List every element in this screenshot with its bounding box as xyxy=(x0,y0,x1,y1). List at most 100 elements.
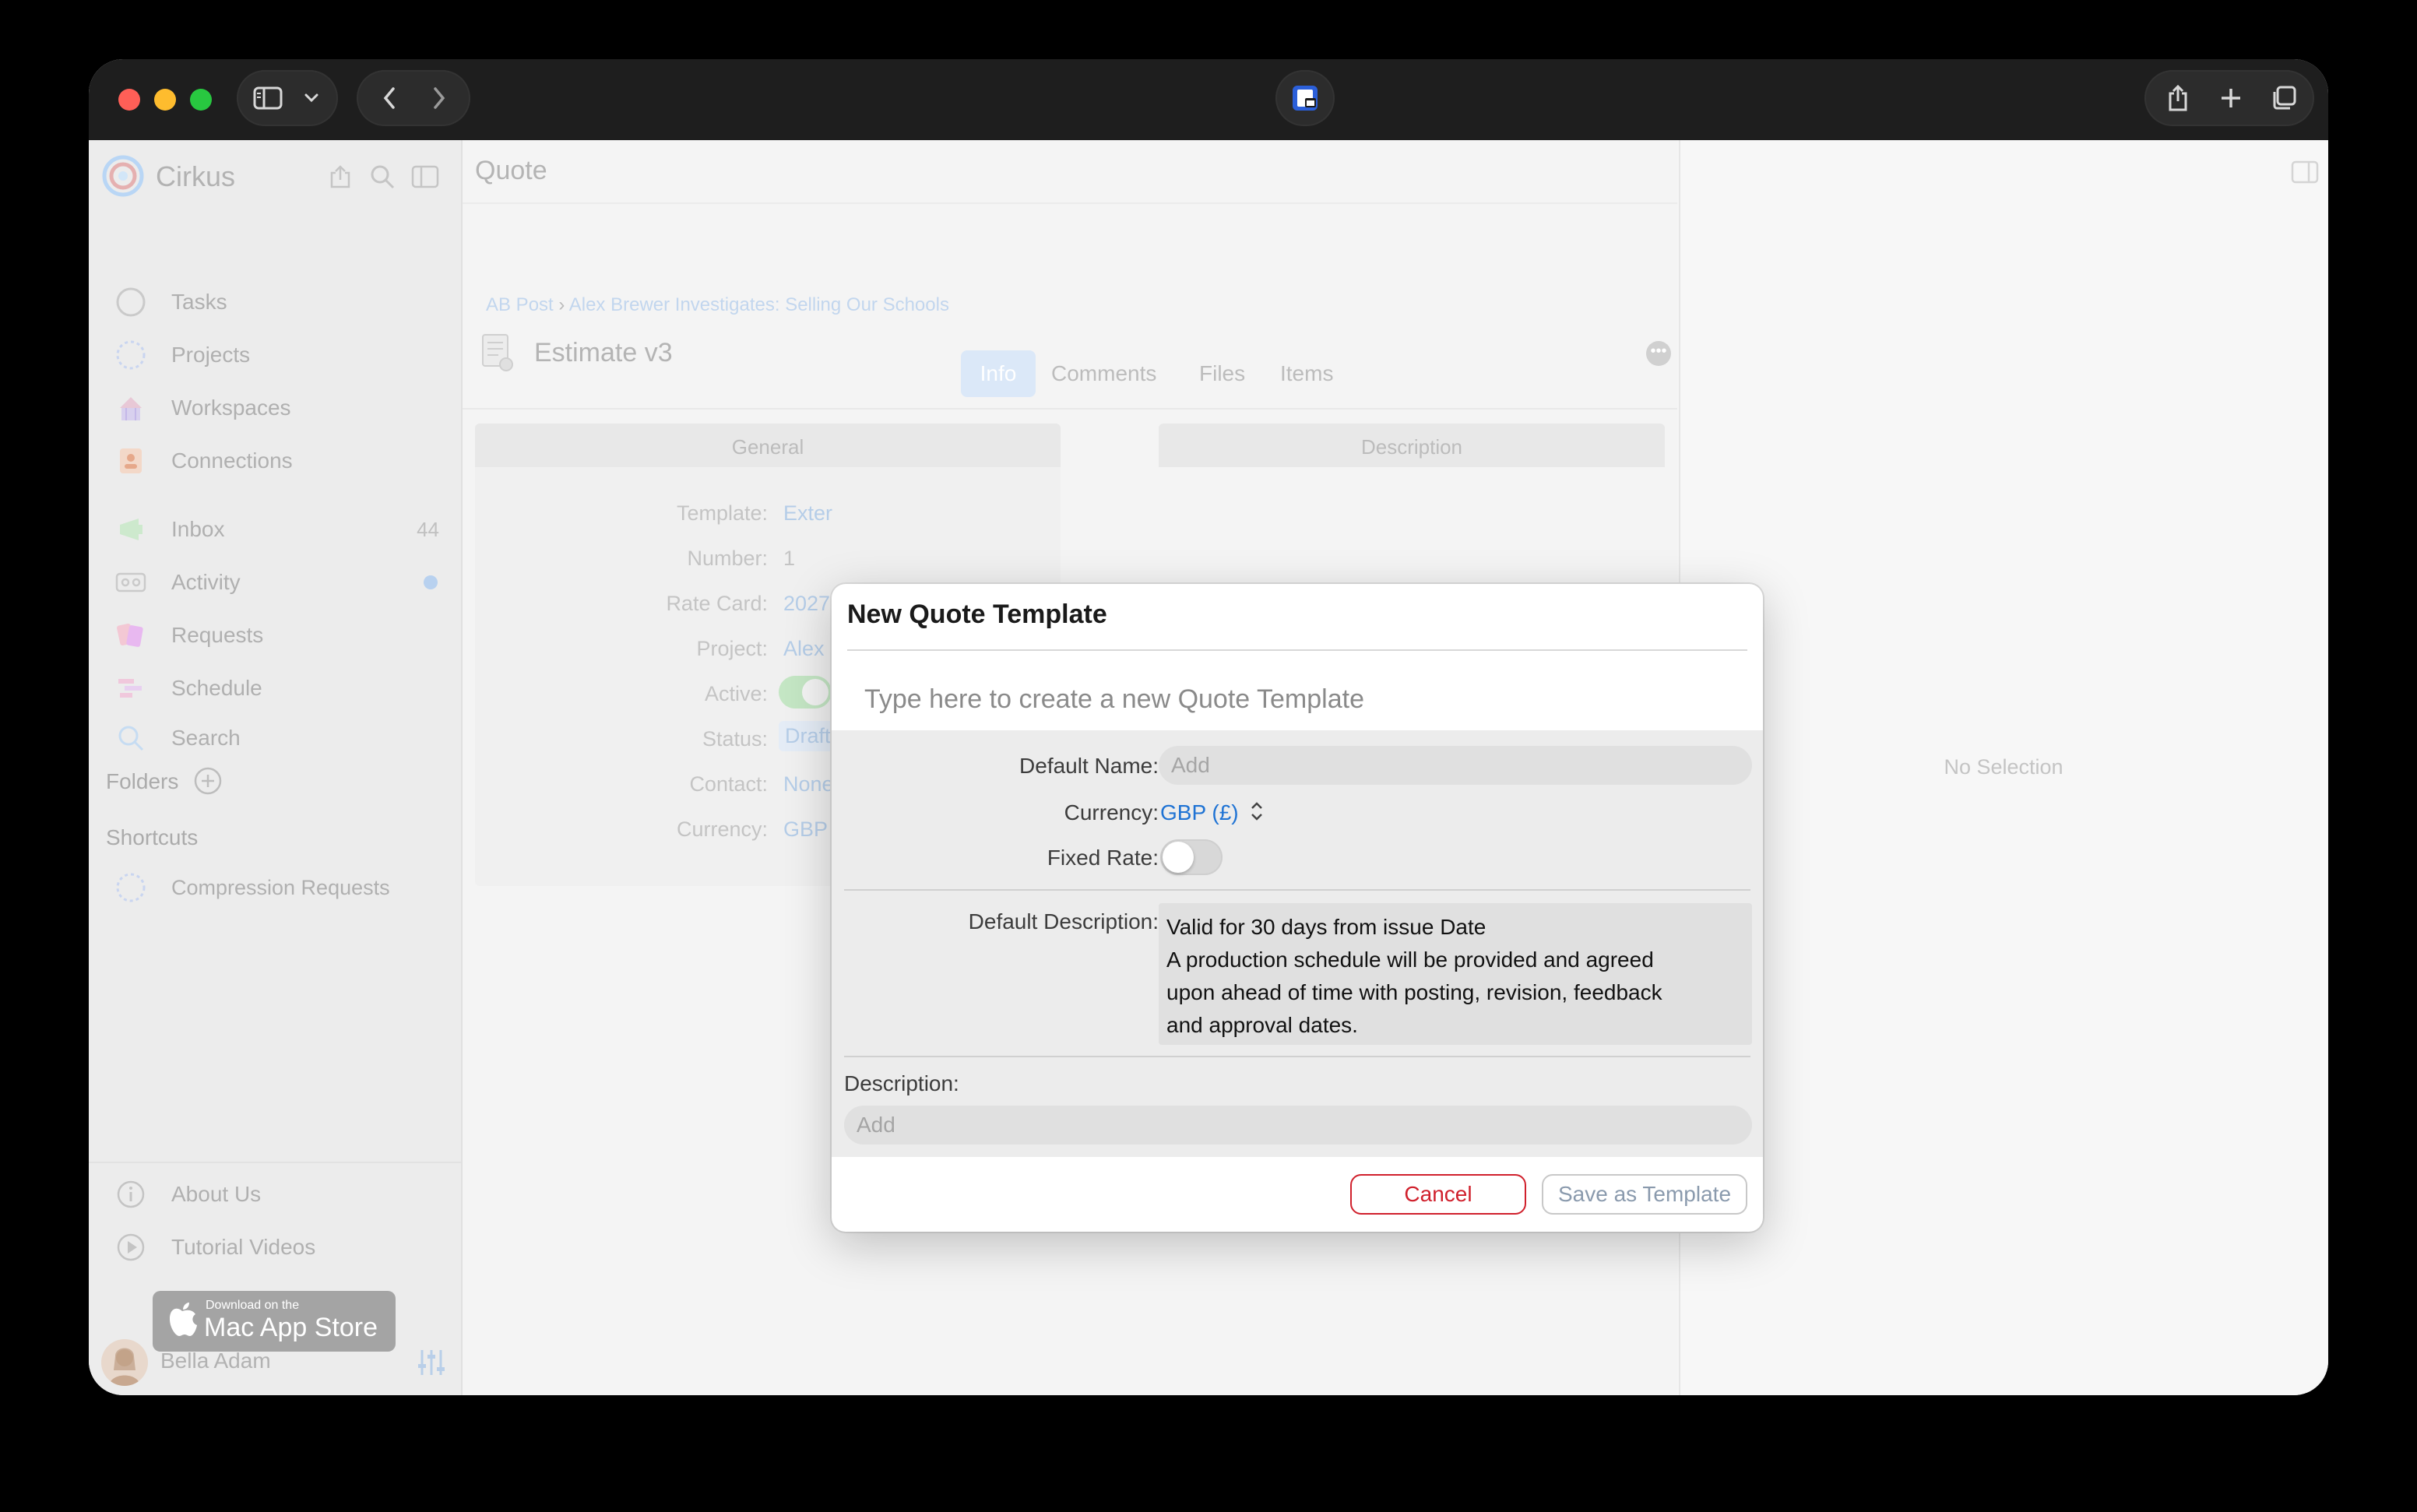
dialog-title: New Quote Template xyxy=(847,600,1107,629)
sidebar-item-schedule[interactable]: Schedule xyxy=(101,665,449,712)
sidebar-item-label: Tasks xyxy=(171,290,227,314)
info-icon xyxy=(114,1177,148,1211)
more-options-icon[interactable]: ••• xyxy=(1646,341,1671,366)
field-label: Status: xyxy=(702,727,768,751)
apple-logo-icon xyxy=(167,1300,198,1343)
shortcuts-header: Shortcuts xyxy=(106,825,199,849)
export-icon[interactable] xyxy=(327,164,354,194)
chevron-up-down-icon xyxy=(1250,800,1264,826)
default-description-label: Default Description: xyxy=(968,909,1159,934)
cancel-button[interactable]: Cancel xyxy=(1350,1174,1526,1215)
mac-app-store-badge[interactable]: Download on the Mac App Store xyxy=(153,1291,396,1352)
default-description-textarea[interactable]: Valid for 30 days from issue Date A prod… xyxy=(1159,903,1752,1045)
sidebar-item-projects[interactable]: Projects xyxy=(101,332,449,378)
play-icon xyxy=(114,1230,148,1264)
minimize-window-button[interactable] xyxy=(154,89,176,111)
template-value[interactable]: Exter xyxy=(783,501,832,526)
share-icon[interactable] xyxy=(2154,70,2202,126)
sidebar-item-label: Inbox xyxy=(171,517,225,541)
inbox-icon xyxy=(114,512,148,547)
header-title: Quote xyxy=(475,156,547,185)
shortcut-item[interactable]: Compression Requests xyxy=(101,864,449,911)
search-icon[interactable] xyxy=(369,164,396,194)
contact-value[interactable]: None xyxy=(783,772,834,796)
sidebar-item-label: Search xyxy=(171,726,241,750)
toolbar-actions-group xyxy=(2144,70,2314,126)
document-icon xyxy=(480,333,514,376)
back-icon[interactable] xyxy=(369,70,410,126)
template-name-input[interactable] xyxy=(847,668,1747,730)
description-input[interactable] xyxy=(844,1106,1752,1145)
currency-label: Currency: xyxy=(1064,800,1159,825)
dialog-form: Default Name: Currency: GBP (£) Fixed Ra… xyxy=(832,730,1763,1157)
inspector-toggle-icon[interactable] xyxy=(2291,160,2319,188)
sidebar-item-label: Activity xyxy=(171,570,241,594)
sidebar-item-requests[interactable]: Requests xyxy=(101,612,449,659)
dotted-circle-icon xyxy=(114,870,148,905)
project-value[interactable]: Alex I xyxy=(783,637,836,661)
tab-overview-icon[interactable] xyxy=(2260,70,2308,126)
breadcrumb: AB Post › Alex Brewer Investigates: Sell… xyxy=(486,294,949,315)
privacy-extension-icon[interactable] xyxy=(1275,70,1335,126)
sidebar-item-connections[interactable]: Connections xyxy=(101,438,449,484)
field-label: Contact: xyxy=(689,772,768,796)
tab-comments[interactable]: Comments xyxy=(1051,350,1156,397)
number-value: 1 xyxy=(783,547,796,570)
user-name: Bella Adam xyxy=(160,1348,271,1373)
sidebar-item-label: Requests xyxy=(171,623,264,647)
default-name-label: Default Name: xyxy=(1019,754,1159,778)
tab-items[interactable]: Items xyxy=(1280,350,1333,397)
inspector-panel: No Selection xyxy=(1679,140,2328,1395)
active-toggle[interactable] xyxy=(779,676,832,709)
fixed-rate-toggle[interactable] xyxy=(1160,839,1223,875)
fixed-rate-label: Fixed Rate: xyxy=(1047,846,1159,870)
folders-header: Folders xyxy=(106,769,179,793)
save-as-template-button[interactable]: Save as Template xyxy=(1542,1174,1747,1215)
tab-files[interactable]: Files xyxy=(1199,350,1245,397)
status-badge[interactable]: Draft xyxy=(779,721,837,751)
tab-info[interactable]: Info xyxy=(961,350,1036,397)
add-folder-icon[interactable] xyxy=(193,766,223,800)
default-name-input[interactable] xyxy=(1159,746,1752,785)
sidebar-item-about-us[interactable]: About Us xyxy=(101,1171,449,1218)
currency-select[interactable]: GBP (£) xyxy=(1160,797,1264,828)
no-selection-text: No Selection xyxy=(1944,755,2063,779)
sidebar-item-search[interactable]: Search xyxy=(101,715,449,761)
sidebar-item-tasks[interactable]: Tasks xyxy=(101,279,449,325)
sidebar-divider xyxy=(89,1162,461,1163)
inbox-count-badge: 44 xyxy=(417,517,439,541)
app-name: Cirkus xyxy=(156,160,236,192)
sidebar-item-label: Schedule xyxy=(171,676,262,700)
zoom-window-button[interactable] xyxy=(190,89,212,111)
extension-group xyxy=(1275,70,1335,126)
currency-value[interactable]: GBP xyxy=(783,818,828,842)
settings-sliders-icon[interactable] xyxy=(416,1347,447,1382)
sidebar-item-activity[interactable]: Activity xyxy=(101,559,449,606)
forward-icon[interactable] xyxy=(419,70,459,126)
connections-icon xyxy=(114,444,148,478)
sidebar-item-tutorial-videos[interactable]: Tutorial Videos xyxy=(101,1224,449,1271)
sidebar-toggle-icon[interactable] xyxy=(248,70,288,126)
rate-card-value[interactable]: 2027 xyxy=(783,592,830,616)
sidebar-collapse-icon[interactable] xyxy=(411,165,439,192)
appstore-small-text: Download on the xyxy=(206,1299,300,1312)
activity-icon xyxy=(114,565,148,600)
sidebar-item-label: Tutorial Videos xyxy=(171,1235,316,1259)
sidebar-item-inbox[interactable]: Inbox 44 xyxy=(101,506,449,553)
document-title: Estimate v3 xyxy=(534,338,673,367)
sidebar-item-label: Connections xyxy=(171,448,293,473)
field-label: Rate Card: xyxy=(666,592,768,615)
sidebar-item-label: Workspaces xyxy=(171,396,291,420)
schedule-icon xyxy=(114,671,148,705)
close-window-button[interactable] xyxy=(118,89,140,111)
chevron-down-icon[interactable] xyxy=(294,70,329,126)
circle-icon xyxy=(114,285,148,319)
breadcrumb-item[interactable]: Alex Brewer Investigates: Selling Our Sc… xyxy=(569,294,949,315)
sidebar-item-workspaces[interactable]: Workspaces xyxy=(101,385,449,431)
new-quote-template-dialog: New Quote Template Default Name: Currenc… xyxy=(832,584,1763,1232)
avatar[interactable] xyxy=(101,1339,148,1386)
breadcrumb-item[interactable]: AB Post xyxy=(486,294,554,315)
currency-select-value: GBP (£) xyxy=(1160,800,1239,825)
sidebar-item-label: Projects xyxy=(171,343,251,367)
new-tab-icon[interactable] xyxy=(2207,70,2255,126)
